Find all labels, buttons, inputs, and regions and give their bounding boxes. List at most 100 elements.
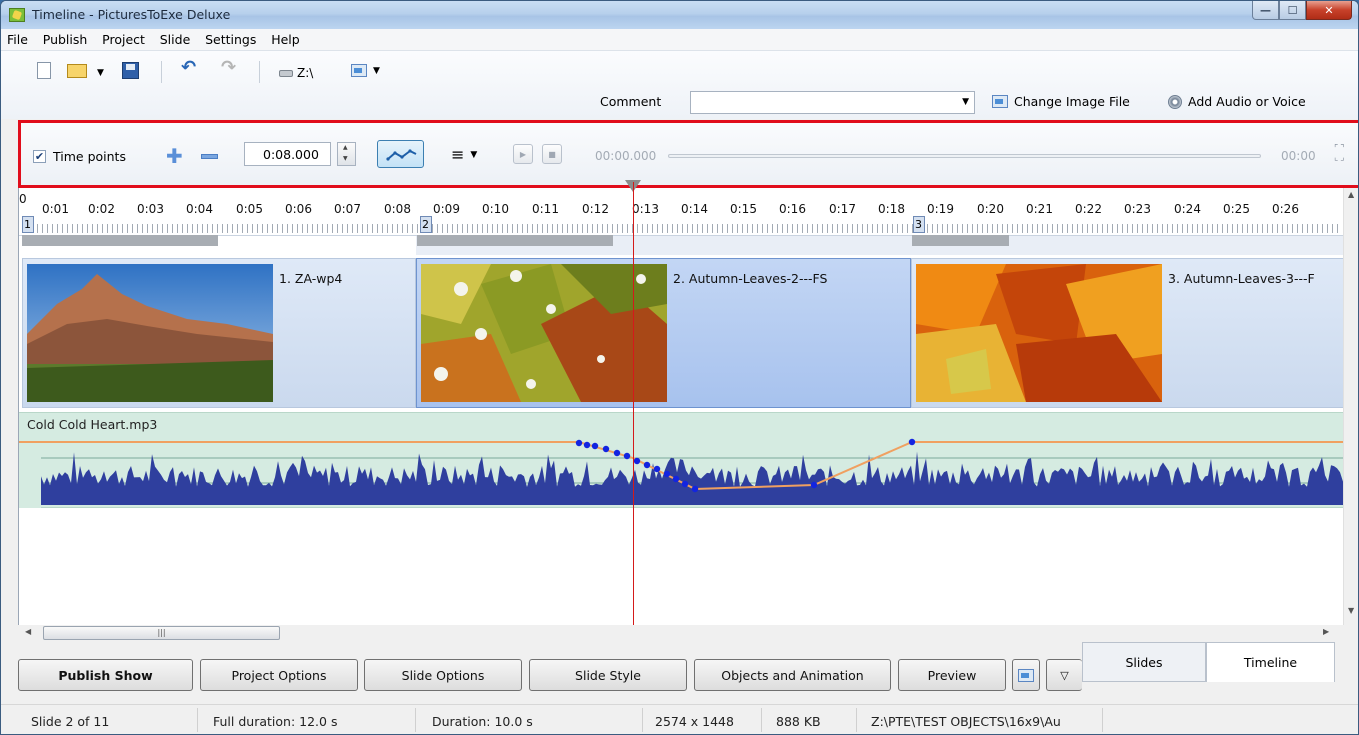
waveform-shape xyxy=(41,451,1344,505)
ruler-tick: 0:19 xyxy=(927,202,954,216)
time-points-toolbar: ✔ Time points ✚ 0:08.000 ≡ ▼ ▶ ■ 00:00.0… xyxy=(18,120,1358,188)
publish-show-button[interactable]: Publish Show xyxy=(18,659,193,691)
menu-project[interactable]: Project xyxy=(98,29,149,47)
status-full-duration: Full duration: 12.0 s xyxy=(213,714,338,729)
minimize-icon: — xyxy=(1260,3,1271,17)
comment-dropdown-icon[interactable]: ▼ xyxy=(962,97,969,107)
ruler-tick: 0:01 xyxy=(42,202,69,216)
envelope-graph-icon xyxy=(386,149,417,161)
preview-button[interactable]: Preview xyxy=(898,659,1006,691)
status-slide: Slide 2 of 11 xyxy=(31,714,110,729)
title-bar: Timeline - PicturesToExe Deluxe — ☐ ✕ xyxy=(1,1,1358,29)
redo-icon[interactable]: ↷ xyxy=(221,57,236,78)
slide-block[interactable]: 3. Autumn-Leaves-3---F xyxy=(911,258,1344,408)
vertical-scrollbar[interactable]: ▲ ▼ xyxy=(1343,188,1358,625)
ruler-tick: 0 xyxy=(19,192,27,206)
timeline-panel[interactable]: 0 0:01 0:02 0:03 0:04 0:05 0:06 0:07 0:0… xyxy=(18,180,1344,625)
slide-options-button[interactable]: Slide Options xyxy=(364,659,522,691)
menu-help[interactable]: Help xyxy=(267,29,304,47)
ruler-tick: 0:14 xyxy=(681,202,708,216)
expand-icon[interactable]: ⌜⌝ ⌞⌟ xyxy=(1334,145,1346,163)
open-folder-icon[interactable] xyxy=(67,64,87,78)
slide-name: 1. ZA-wp4 xyxy=(279,271,343,286)
remove-time-point-icon[interactable] xyxy=(201,154,218,159)
ruler-tick: 0:08 xyxy=(384,202,411,216)
transition-duration-bar[interactable] xyxy=(912,235,1009,246)
time-spinner[interactable] xyxy=(337,142,356,166)
chevron-down-icon: ▽ xyxy=(1060,668,1069,682)
project-options-button[interactable]: Project Options xyxy=(200,659,358,691)
add-time-point-icon[interactable]: ✚ xyxy=(166,146,183,166)
horizontal-scrollbar[interactable]: ◀ ||| ▶ xyxy=(18,625,1358,642)
scroll-down-icon[interactable]: ▼ xyxy=(1348,606,1354,615)
playback-progress[interactable] xyxy=(668,154,1261,158)
ruler-tick: 0:15 xyxy=(730,202,757,216)
play-icon: ▶ xyxy=(519,149,527,159)
audio-disc-icon xyxy=(1168,94,1182,109)
ruler-tick: 0:17 xyxy=(829,202,856,216)
slide-block[interactable]: 2. Autumn-Leaves-2---FS xyxy=(416,258,911,408)
ruler-tick: 0:12 xyxy=(582,202,609,216)
time-points-label: Time points xyxy=(53,149,126,164)
undo-icon[interactable]: ↶ xyxy=(181,57,196,78)
envelope-graph-button[interactable] xyxy=(377,140,424,168)
maximize-button[interactable]: ☐ xyxy=(1279,1,1306,20)
menu-file[interactable]: File xyxy=(3,29,32,47)
playhead-line[interactable] xyxy=(633,182,634,625)
drive-button[interactable]: Z:\ xyxy=(279,66,313,80)
transition-duration-bar[interactable] xyxy=(22,235,218,246)
time-point-input[interactable]: 0:08.000 xyxy=(244,142,331,166)
chevron-down-icon: ▼ xyxy=(373,65,380,76)
list-menu-button[interactable]: ≡ ▼ xyxy=(451,145,477,164)
status-file-size: 888 KB xyxy=(776,714,821,729)
extra-tool-button[interactable] xyxy=(1012,659,1040,691)
play-button[interactable]: ▶ xyxy=(513,144,533,164)
app-window: Timeline - PicturesToExe Deluxe — ☐ ✕ Fi… xyxy=(0,0,1359,735)
save-icon[interactable] xyxy=(122,62,139,79)
comment-input[interactable]: ▼ xyxy=(690,91,975,114)
stop-button[interactable]: ■ xyxy=(542,144,562,164)
new-file-icon[interactable] xyxy=(37,62,51,79)
audio-track[interactable]: Cold Cold Heart.mp3 xyxy=(19,412,1344,508)
image-icon xyxy=(992,95,1008,108)
objects-animation-button[interactable]: Objects and Animation xyxy=(694,659,891,691)
change-image-file-button[interactable]: Change Image File xyxy=(992,94,1130,109)
time-points-checkbox[interactable]: ✔ xyxy=(33,150,46,163)
scroll-left-icon[interactable]: ◀ xyxy=(25,627,31,636)
slide-marker[interactable]: 3 xyxy=(913,216,925,233)
ruler-tick: 0:06 xyxy=(285,202,312,216)
ruler-tick: 0:05 xyxy=(236,202,263,216)
audio-waveform xyxy=(19,438,1344,508)
scroll-up-icon[interactable]: ▲ xyxy=(1348,190,1354,199)
tab-slides[interactable]: Slides xyxy=(1082,642,1206,682)
slide-marker[interactable]: 1 xyxy=(22,216,34,233)
close-button[interactable]: ✕ xyxy=(1306,1,1352,20)
slide-block[interactable]: 1. ZA-wp4 xyxy=(22,258,416,408)
open-dropdown-icon[interactable]: ▼ xyxy=(97,68,104,78)
slide-marker[interactable]: 2 xyxy=(420,216,432,233)
tab-timeline[interactable]: Timeline xyxy=(1206,642,1335,682)
transition-duration-bar[interactable] xyxy=(417,235,613,246)
ruler-tick: 0:13 xyxy=(632,202,659,216)
app-icon xyxy=(9,8,25,22)
stop-icon: ■ xyxy=(548,149,556,159)
menu-publish[interactable]: Publish xyxy=(39,29,92,47)
close-icon: ✕ xyxy=(1324,3,1334,17)
scroll-right-icon[interactable]: ▶ xyxy=(1323,627,1329,636)
drive-icon xyxy=(279,69,293,77)
scroll-thumb[interactable]: ||| xyxy=(43,626,280,640)
ruler-tick: 0:24 xyxy=(1174,202,1201,216)
playback-start-time: 00:00.000 xyxy=(595,149,657,163)
window-title: Timeline - PicturesToExe Deluxe xyxy=(32,7,231,22)
add-audio-button[interactable]: Add Audio or Voice xyxy=(1168,94,1306,109)
time-ruler[interactable]: 0 0:01 0:02 0:03 0:04 0:05 0:06 0:07 0:0… xyxy=(19,188,1343,236)
overflow-button[interactable]: ▽ xyxy=(1046,659,1082,691)
slide-style-button[interactable]: Slide Style xyxy=(529,659,687,691)
view-mode-button[interactable]: ▼ xyxy=(351,64,380,77)
menu-slide[interactable]: Slide xyxy=(156,29,195,47)
menu-settings[interactable]: Settings xyxy=(201,29,260,47)
ruler-tick: 0:02 xyxy=(88,202,115,216)
slide-name: 3. Autumn-Leaves-3---F xyxy=(1168,271,1315,286)
minimize-button[interactable]: — xyxy=(1252,1,1279,20)
status-resolution: 2574 x 1448 xyxy=(655,714,734,729)
